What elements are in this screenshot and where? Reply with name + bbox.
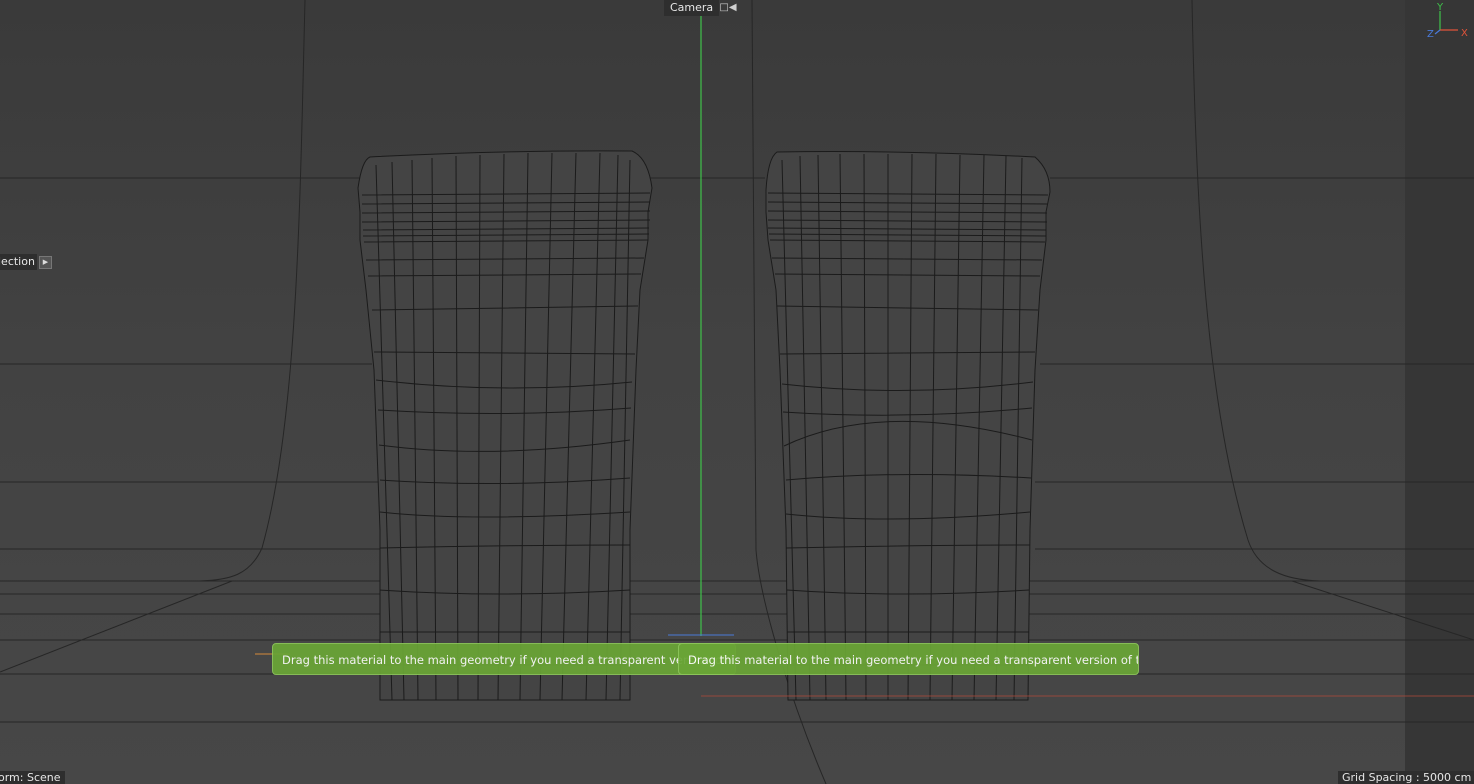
tooltip-left-text: Drag this material to the main geometry … xyxy=(282,653,736,667)
status-transform: orm: Scene xyxy=(0,771,65,784)
tooltip-right-text: Drag this material to the main geometry … xyxy=(688,653,1139,667)
camera-label[interactable]: Camera xyxy=(664,0,720,16)
triangle-right-icon[interactable]: ▶ xyxy=(39,256,52,269)
tooltip-right-pointer xyxy=(897,674,919,675)
bag-right-wireframe xyxy=(765,151,1051,701)
status-grid-spacing: Grid Spacing : 5000 cm xyxy=(1338,771,1474,784)
3d-viewport[interactable]: Y Z X Camera □◀ lection ▶ Drag this mate… xyxy=(0,0,1474,784)
axis-y-label: Y xyxy=(1436,2,1444,13)
selection-label[interactable]: lection xyxy=(0,254,37,270)
axis-z-label: Z xyxy=(1427,29,1434,40)
tooltip-left: Drag this material to the main geometry … xyxy=(272,643,736,675)
axis-gizmo: Y Z X xyxy=(1427,2,1468,40)
tooltip-left-pointer xyxy=(493,674,515,675)
camera-icon[interactable]: □◀ xyxy=(719,1,737,15)
axis-x-label: X xyxy=(1461,28,1468,39)
bag-left-wireframe xyxy=(357,150,653,701)
tooltip-right: Drag this material to the main geometry … xyxy=(678,643,1139,675)
